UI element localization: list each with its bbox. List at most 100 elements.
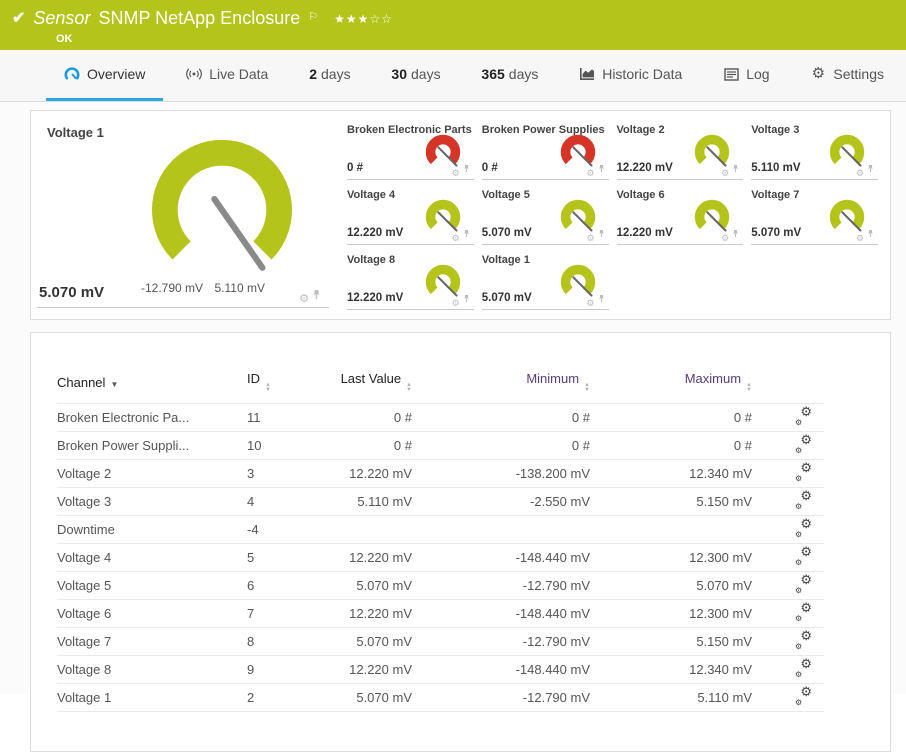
table-row-broken-electronic-pa: Broken Electronic Pa... 11 0 #0 #0 # ⚙ ⚙ [57, 403, 824, 432]
gauge-settings-gear-icon[interactable]: ⚙ [299, 294, 309, 305]
gauge-icon [64, 66, 80, 82]
gauge-settings-gear-icon[interactable]: ⚙ [721, 234, 729, 243]
gauge-label: Voltage 3 [751, 124, 800, 136]
cell-id: 10 [247, 431, 337, 460]
log-icon [723, 66, 739, 82]
gauge-tile-voltage-6: Voltage 6 12.220 mV ⚙ [616, 184, 744, 245]
cell-channel: Voltage 3 [57, 487, 247, 516]
gauge-value: 5.070 mV [751, 227, 802, 239]
cell-maximum: 5.110 mV [590, 683, 752, 712]
channel-settings-gears-icon[interactable]: ⚙ ⚙ [795, 461, 812, 483]
cell-last-value [337, 515, 412, 544]
channel-settings-gears-icon[interactable]: ⚙ ⚙ [795, 573, 812, 595]
tab-label: Settings [833, 66, 884, 82]
cell-minimum: -148.440 mV [412, 543, 590, 572]
cell-id: 5 [247, 543, 337, 572]
gauge-pin-icon[interactable] [732, 225, 739, 243]
channel-settings-gears-icon[interactable]: ⚙ ⚙ [795, 405, 812, 427]
cell-minimum: -12.790 mV [412, 627, 590, 656]
gauge-pin-icon[interactable] [463, 290, 470, 308]
gauge-pin-icon[interactable] [867, 160, 874, 178]
tab-30-days[interactable]: 30 days [373, 50, 458, 101]
main-gauge-label: Voltage 1 [47, 125, 104, 140]
gauge-settings-gear-icon[interactable]: ⚙ [721, 169, 729, 178]
cell-maximum: 0 # [590, 431, 752, 460]
table-row-voltage-6: Voltage 6 7 12.220 mV -148.440 mV 12.300 mV ⚙… [57, 599, 824, 628]
gauge-pin-icon[interactable] [598, 160, 605, 178]
gauge-pin-icon[interactable] [598, 225, 605, 243]
channel-settings-gears-icon[interactable]: ⚙ ⚙ [795, 601, 812, 623]
column-header-channel[interactable]: Channel ▼ [57, 369, 247, 404]
table-row-voltage-1: Voltage 1 2 5.070 mV -12.790 mV 5.110 mV ⚙ ⚙ [57, 683, 824, 712]
column-header-label: ID [247, 371, 260, 386]
gauge-pin-icon[interactable] [463, 225, 470, 243]
gauge-settings-gear-icon[interactable]: ⚙ [452, 234, 460, 243]
column-header-maximum[interactable]: Maximum ▲ ▼ [590, 369, 752, 404]
gauge-settings-gear-icon[interactable]: ⚙ [452, 299, 460, 308]
column-header-id[interactable]: ID ▲ ▼ [247, 369, 337, 404]
gear-icon: ⚙ [811, 65, 826, 82]
channel-settings-gears-icon[interactable]: ⚙ ⚙ [795, 685, 812, 707]
gauge-pin-icon[interactable] [867, 225, 874, 243]
channels-panel: Channel ▼ ID ▲ ▼ Last Value ▲ ▼ Minimum ▲ ▼ Maximum… [30, 332, 891, 752]
cell-id: 8 [247, 627, 337, 656]
tab-historic-data[interactable]: Historic Data [561, 50, 700, 101]
sort-icon: ▲ ▼ [746, 382, 752, 393]
small-gauges-grid: Broken Electronic Parts 0 # ⚙ Broken Power … [329, 111, 890, 319]
channel-settings-gears-icon[interactable]: ⚙ ⚙ [795, 433, 812, 455]
gauge-label: Voltage 8 [347, 254, 396, 266]
cell-actions: ⚙ ⚙ [752, 571, 824, 600]
table-row-voltage-8: Voltage 8 9 12.220 mV -148.440 mV 12.340 mV ⚙… [57, 655, 824, 684]
cell-channel: Voltage 1 [57, 683, 247, 712]
gauge-pin-icon[interactable] [598, 290, 605, 308]
cell-actions: ⚙ ⚙ [752, 683, 824, 712]
column-header-last-value[interactable]: Last Value ▲ ▼ [337, 369, 412, 404]
gauge-settings-gear-icon[interactable]: ⚙ [586, 169, 594, 178]
channel-settings-gears-icon[interactable]: ⚙ ⚙ [795, 545, 812, 567]
main-gauge-max: 5.110 mV [214, 281, 265, 295]
channel-settings-gears-icon[interactable]: ⚙ ⚙ [795, 629, 812, 651]
cell-maximum: 12.300 mV [590, 599, 752, 628]
priority-stars[interactable]: ★★★☆☆ [334, 8, 393, 30]
channel-settings-gears-icon[interactable]: ⚙ ⚙ [795, 517, 812, 539]
gauge-settings-gear-icon[interactable]: ⚙ [586, 234, 594, 243]
channel-settings-gears-icon[interactable]: ⚙ ⚙ [795, 489, 812, 511]
cell-maximum: 12.340 mV [590, 655, 752, 684]
cell-last-value: 5.110 mV [337, 487, 412, 516]
gauge-pin-icon[interactable] [463, 160, 470, 178]
column-header-label: Maximum [684, 371, 742, 386]
gauge-label: Voltage 2 [616, 124, 665, 136]
cell-minimum: 0 # [412, 431, 590, 460]
cell-actions: ⚙ ⚙ [752, 487, 824, 516]
tab-2-days[interactable]: 2 days [291, 50, 368, 101]
gauge-tile-broken-electronic-parts: Broken Electronic Parts 0 # ⚙ [347, 119, 474, 180]
gauge-settings-gear-icon[interactable]: ⚙ [856, 234, 864, 243]
tab-overview[interactable]: Overview [46, 50, 164, 101]
gauge-settings-gear-icon[interactable]: ⚙ [452, 169, 460, 178]
tab-settings[interactable]: ⚙ Settings [792, 50, 902, 101]
gauge-pin-icon[interactable] [732, 160, 739, 178]
sort-icon: ▲ ▼ [584, 382, 590, 393]
tab-live-data[interactable]: Live Data [168, 50, 286, 101]
cell-id: 2 [247, 683, 337, 712]
status-check-icon: ✔ [12, 10, 26, 27]
sensor-type-label: Sensor [33, 8, 91, 28]
cell-last-value: 12.220 mV [337, 599, 412, 628]
tab-365-days[interactable]: 365 days [463, 50, 556, 101]
tab-log[interactable]: Log [705, 50, 787, 101]
gauge-settings-gear-icon[interactable]: ⚙ [856, 169, 864, 178]
flag-icon[interactable]: ⚐ [308, 6, 318, 28]
cell-actions: ⚙ ⚙ [752, 627, 824, 656]
cell-last-value: 5.070 mV [337, 571, 412, 600]
gauge-pin-icon[interactable] [312, 287, 321, 305]
column-header-minimum[interactable]: Minimum ▲ ▼ [412, 369, 590, 404]
table-row-downtime: Downtime -4 ⚙ ⚙ [57, 515, 824, 544]
gauge-value: 12.220 mV [616, 227, 673, 239]
gauge-value: 12.220 mV [347, 227, 404, 239]
channel-settings-gears-icon[interactable]: ⚙ ⚙ [795, 657, 812, 679]
cell-minimum [412, 515, 590, 544]
tab-label: days [321, 66, 351, 82]
cell-channel: Voltage 7 [57, 627, 247, 656]
gauge-settings-gear-icon[interactable]: ⚙ [586, 299, 594, 308]
tab-label: days [508, 66, 539, 82]
